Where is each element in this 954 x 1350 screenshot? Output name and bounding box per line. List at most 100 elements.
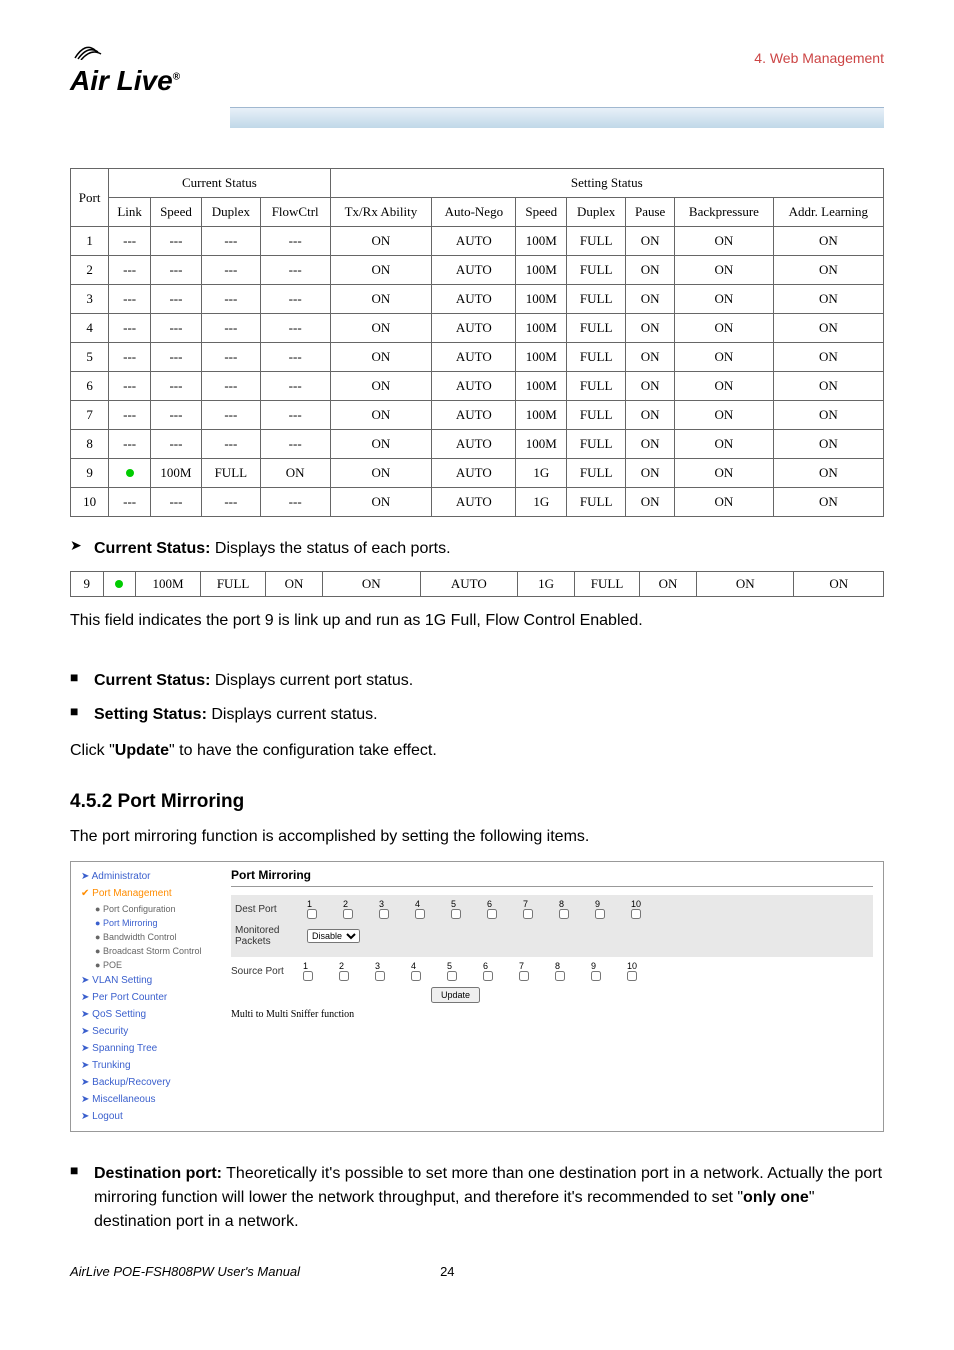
table-cell: FULL [567,343,626,372]
port-checkbox[interactable] [339,971,349,981]
table-cell: 100M [516,314,567,343]
table-cell: FULL [201,572,266,597]
chapter-title: 4. Web Management [754,40,884,66]
sidebar-sub-port-mirroring[interactable]: ● Port Mirroring [71,916,221,930]
sidebar-sub-broadcast[interactable]: ● Broadcast Storm Control [71,944,221,958]
port-cell: 9 [591,961,625,981]
sidebar-sub-port-config[interactable]: ● Port Configuration [71,902,221,916]
sidebar-item-logout[interactable]: ➤ Logout [71,1108,221,1125]
monitored-label: Monitored Packets [235,925,305,947]
port-number: 7 [523,899,528,909]
table-cell: ON [640,572,697,597]
table-cell: ON [330,459,432,488]
port-checkbox[interactable] [411,971,421,981]
table-cell: ON [626,488,675,517]
col-speed2: Speed [516,198,567,227]
update-button[interactable]: Update [431,987,480,1003]
port-checkbox[interactable] [555,971,565,981]
sidebar-item-misc[interactable]: ➤ Miscellaneous [71,1091,221,1108]
port-checkbox[interactable] [415,909,425,919]
col-flowctrl: FlowCtrl [260,198,330,227]
table-cell: --- [201,372,260,401]
table-cell: ON [330,372,432,401]
col-speed: Speed [151,198,202,227]
sidebar-sub-bandwidth[interactable]: ● Bandwidth Control [71,930,221,944]
port-checkbox[interactable] [375,971,385,981]
table-cell: 100M [136,572,201,597]
sidebar-item-vlan[interactable]: ➤ VLAN Setting [71,972,221,989]
sidebar-item-port-management[interactable]: ✔ Port Management [71,885,221,902]
table-cell: --- [151,343,202,372]
sidebar-sub-poe[interactable]: ● POE [71,958,221,972]
table-cell: 10 [71,488,109,517]
port-checkbox[interactable] [591,971,601,981]
table-cell: ON [626,372,675,401]
col-current-status: Current Status [109,169,330,198]
port-checkbox[interactable] [487,909,497,919]
click-update-text: Click "Update" to have the configuration… [70,739,884,763]
table-cell: --- [201,401,260,430]
port-checkbox[interactable] [451,909,461,919]
table-cell: --- [151,488,202,517]
link-up-icon [126,469,134,477]
port-cell: 8 [555,961,589,981]
pm-intro: The port mirroring function is accomplis… [70,825,884,849]
table-cell: --- [260,488,330,517]
table-cell: ON [675,372,774,401]
table-cell: --- [260,285,330,314]
table-cell: ON [773,430,883,459]
port-checkbox[interactable] [303,971,313,981]
only-one-bold: only one [743,1189,809,1206]
table-cell: ON [773,401,883,430]
port-checkbox[interactable] [343,909,353,919]
table-cell: AUTO [432,227,516,256]
port-checkbox[interactable] [519,971,529,981]
source-port-label: Source Port [231,966,301,977]
table-cell: AUTO [420,572,518,597]
table-cell: ON [323,572,421,597]
sniffer-note: Multi to Multi Sniffer function [231,1009,873,1020]
port-mirroring-screenshot: ➤ Administrator ✔ Port Management ● Port… [70,861,884,1132]
table-cell: ON [675,343,774,372]
port-checkbox[interactable] [631,909,641,919]
table-cell: ON [330,401,432,430]
port-checkbox[interactable] [523,909,533,919]
sidebar-item-administrator[interactable]: ➤ Administrator [71,868,221,885]
port-checkbox[interactable] [447,971,457,981]
port-checkbox[interactable] [627,971,637,981]
port-number: 8 [559,899,564,909]
table-cell: 2 [71,256,109,285]
port-checkbox[interactable] [307,909,317,919]
table-cell: ON [626,459,675,488]
table-cell: AUTO [432,488,516,517]
current-status-desc: Displays the status of each ports. [210,540,450,557]
table-cell: --- [151,256,202,285]
sidebar-item-counter[interactable]: ➤ Per Port Counter [71,989,221,1006]
port-checkbox[interactable] [559,909,569,919]
table-cell: AUTO [432,314,516,343]
port-cell: 10 [631,899,665,919]
port9-row-table: 9100MFULLONONAUTO1GFULLONONON [70,571,884,597]
header-divider [230,107,884,128]
sidebar-item-trunking[interactable]: ➤ Trunking [71,1057,221,1074]
table-cell: --- [151,401,202,430]
table-cell: ON [675,256,774,285]
sidebar-item-security[interactable]: ➤ Security [71,1023,221,1040]
port-checkbox[interactable] [379,909,389,919]
sidebar-item-backup[interactable]: ➤ Backup/Recovery [71,1074,221,1091]
port-checkbox[interactable] [595,909,605,919]
monitored-select[interactable]: Disable [307,929,360,943]
table-cell: --- [201,227,260,256]
table-cell: ON [330,285,432,314]
sidebar-item-qos[interactable]: ➤ QoS Setting [71,1006,221,1023]
port-checkbox[interactable] [483,971,493,981]
sidebar-item-spanning[interactable]: ➤ Spanning Tree [71,1040,221,1057]
table-cell: 100M [516,285,567,314]
manual-title: AirLive POE-FSH808PW User's Manual [70,1264,300,1279]
table-cell: --- [201,256,260,285]
table-cell: 100M [516,430,567,459]
table-cell: 100M [516,372,567,401]
table-cell: ON [773,488,883,517]
col-autonego: Auto-Nego [432,198,516,227]
table-cell: ON [675,488,774,517]
